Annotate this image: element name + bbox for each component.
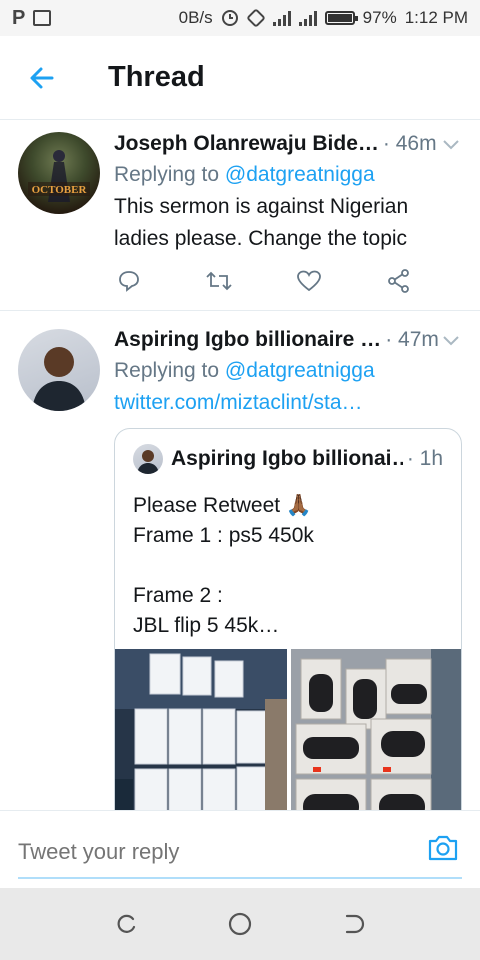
- tweet-time: · 46m: [382, 132, 437, 155]
- avatar-image: [32, 347, 86, 411]
- author-name[interactable]: Aspiring Igbo billionaire …: [114, 328, 381, 352]
- system-navigation-bar: [0, 888, 480, 960]
- tweet-2[interactable]: Aspiring Igbo billionaire … · 47m Replyi…: [0, 311, 480, 848]
- replying-to-handle[interactable]: @datgreatnigga: [225, 359, 375, 382]
- avatar-image: OCTOBER: [28, 150, 90, 202]
- tweet-1[interactable]: OCTOBER Joseph Olanrewaju Bide… · 46m Re…: [0, 120, 480, 311]
- tweet-text: This sermon is against Nigerian ladies p…: [114, 195, 409, 250]
- tweet-link[interactable]: twitter.com/miztaclint/sta…: [114, 387, 462, 419]
- share-button[interactable]: [384, 266, 414, 296]
- tweet-reply-input[interactable]: [18, 835, 398, 869]
- home-button[interactable]: [220, 904, 260, 944]
- quoted-tweet[interactable]: Aspiring Igbo billionai… · 1h Please Ret…: [114, 428, 462, 848]
- reply-icon: [119, 271, 139, 292]
- avatar[interactable]: OCTOBER: [18, 132, 100, 214]
- battery-percent: 97%: [362, 8, 397, 27]
- recents-icon: [117, 914, 135, 933]
- thread-header: Thread: [0, 36, 480, 120]
- quoted-time: · 1h: [406, 447, 443, 470]
- page-title: Thread: [108, 61, 205, 93]
- replying-to-label: Replying to: [114, 163, 220, 186]
- retweet-icon: [206, 271, 232, 291]
- quoted-avatar-image: [137, 450, 159, 474]
- home-icon: [228, 912, 252, 936]
- svg-text:OCTOBER: OCTOBER: [32, 184, 88, 196]
- like-button[interactable]: [294, 266, 324, 296]
- replying-to-label: Replying to: [114, 359, 220, 382]
- camera-icon[interactable]: [426, 831, 460, 865]
- quoted-text: Please Retweet 🙏🏾 Frame 1 : ps5 450k Fra…: [133, 494, 314, 637]
- heart-icon: [297, 270, 321, 292]
- rotation-lock-icon: [246, 9, 265, 27]
- arrow-left-icon: [30, 67, 54, 88]
- pinterest-notification-icon: P: [12, 6, 26, 29]
- author-name[interactable]: Joseph Olanrewaju Bide…: [114, 132, 379, 156]
- chevron-down-icon[interactable]: [440, 329, 462, 351]
- replying-to-handle[interactable]: @datgreatnigga: [225, 163, 375, 186]
- chevron-down-icon[interactable]: [440, 133, 462, 155]
- quoted-author-name: Aspiring Igbo billionai…: [171, 447, 403, 470]
- quoted-avatar: [133, 444, 163, 474]
- back-nav-icon: [346, 914, 365, 934]
- status-bar: P 0B/s 97% 1:12 PM: [0, 0, 480, 36]
- avatar[interactable]: [18, 329, 100, 411]
- recents-button[interactable]: [107, 904, 147, 944]
- retweet-button[interactable]: [204, 266, 234, 296]
- screenshot-notification-icon: [33, 10, 52, 26]
- reply-composer: [0, 810, 480, 888]
- reply-button[interactable]: [114, 266, 144, 296]
- back-nav-button[interactable]: [333, 904, 373, 944]
- battery-icon: [324, 11, 358, 25]
- tweet-time: · 47m: [385, 328, 439, 351]
- clock: 1:12 PM: [404, 8, 468, 27]
- share-icon: [388, 269, 409, 293]
- network-speed: 0B/s: [178, 8, 213, 27]
- signal-1-icon: [272, 10, 291, 26]
- back-button[interactable]: [0, 36, 84, 120]
- reply-underline: [18, 877, 462, 879]
- data-saver-icon: [221, 10, 238, 26]
- signal-2-icon: [298, 10, 317, 26]
